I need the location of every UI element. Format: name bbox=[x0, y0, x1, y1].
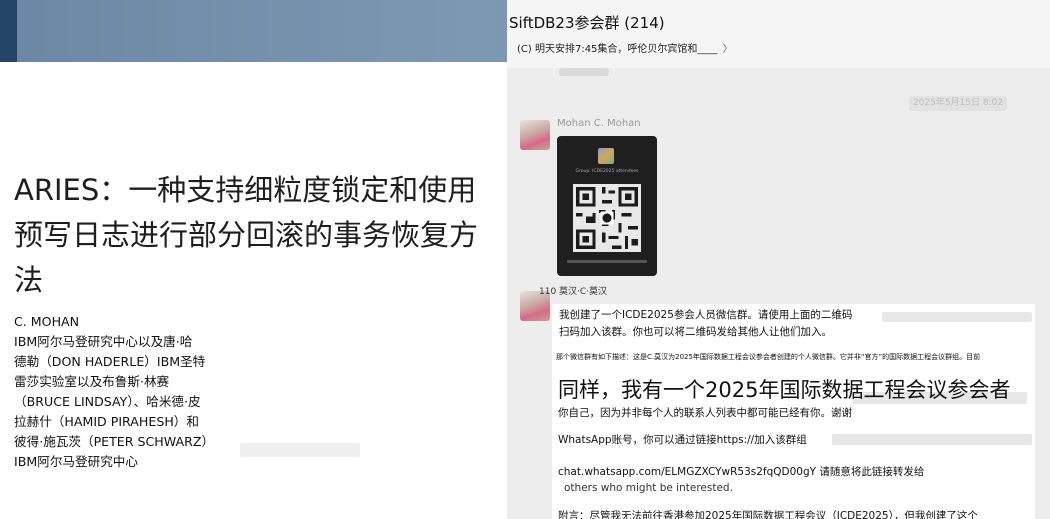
author-line: 拉赫什（HAMID PIRAHESH）和 bbox=[14, 414, 199, 429]
message-text-line: 你自己，因为并非每个人的联系人列表中都可能已经有你。谢谢 bbox=[558, 407, 852, 419]
chevron-right-icon[interactable]: 〉 bbox=[723, 44, 733, 55]
author-line: IBM阿尔马登研究中心以及唐·哈 bbox=[14, 334, 193, 349]
author-line: C. MOHAN bbox=[14, 314, 80, 329]
chat-window: SiftDB23参会群 (214) (C) 明天安排7:45集合，呼伦贝尔宾馆和… bbox=[507, 0, 1050, 519]
author-line: （BRUCE LINDSAY）、哈米德·皮 bbox=[14, 394, 201, 409]
chat-title[interactable]: SiftDB23参会群 (214) bbox=[509, 12, 665, 33]
message-text-line: others who might be interested. bbox=[564, 482, 733, 494]
group-avatar-icon bbox=[598, 148, 614, 164]
message-text-line: WhatsApp账号，你可以通过链接https://加入该群组 bbox=[558, 434, 807, 446]
pinned-message-text: (C) 明天安排7:45集合，呼伦贝尔宾馆和____ bbox=[517, 44, 718, 55]
chat-header: SiftDB23参会群 (214) (C) 明天安排7:45集合，呼伦贝尔宾馆和… bbox=[507, 0, 1050, 68]
message-text-line: chat.whatsapp.com/ELMGZXCYwR53s2fqQD00gY… bbox=[558, 466, 925, 478]
slide-header-accent bbox=[0, 0, 17, 62]
qr-footer bbox=[567, 260, 647, 263]
pinned-message[interactable]: (C) 明天安排7:45集合，呼伦贝尔宾馆和____ 〉 bbox=[517, 40, 733, 55]
author-line: 雷莎实验室以及布鲁斯·林赛 bbox=[14, 374, 170, 389]
qr-caption: Group: ICDE2025 attendees bbox=[575, 169, 639, 174]
sender-name: 110 莫汉·C·莫汉 bbox=[539, 287, 608, 297]
message-text-line: 扫码加入该群。你也可以将二维码发给其他人让他们加入。 bbox=[559, 326, 832, 338]
faded-text-remnant bbox=[882, 312, 1032, 322]
message-text-line: 附言：尽管我无法前往香港参加2025年国际数据工程会议（ICDE2025），但我… bbox=[558, 510, 978, 519]
author-line: IBM阿尔马登研究中心 bbox=[14, 454, 138, 469]
sender-avatar[interactable] bbox=[520, 120, 550, 150]
message-timestamp: 2025年5月15日 8:02 bbox=[909, 96, 1007, 111]
faded-text-remnant bbox=[832, 434, 1032, 445]
slide-title: ARIES：一种支持细粒度锁定和使用预写日志进行部分回滚的事务恢复方法 bbox=[14, 173, 479, 297]
sender-name: Mohan C. Mohan bbox=[557, 118, 641, 129]
message-text-line: 我创建了一个ICDE2025参会人员微信群。请使用上面的二维码 bbox=[559, 309, 853, 321]
author-line: 德勒（DON HADERLE）IBM圣特 bbox=[14, 354, 206, 369]
faded-text-remnant bbox=[240, 443, 360, 457]
message-text-line: 同样，我有一个2025年国际数据工程会议参会者 bbox=[558, 378, 1011, 402]
qr-code-icon bbox=[573, 184, 641, 252]
message-bubble[interactable]: 我创建了一个ICDE2025参会人员微信群。请使用上面的二维码 扫码加入该群。你… bbox=[552, 304, 1035, 519]
author-line: 彼得·施瓦茨（PETER SCHWARZ） bbox=[14, 434, 215, 449]
author-list: C. MOHAN IBM阿尔马登研究中心以及唐·哈 德勒（DON HADERLE… bbox=[14, 312, 229, 472]
message-text-line: 那个微信群有如下描述：这是C.莫汉为2025年国际数据工程会议参会者创建的个人微… bbox=[556, 353, 981, 361]
qr-code-image-message[interactable]: Group: ICDE2025 attendees bbox=[557, 136, 657, 276]
previous-message-stub bbox=[559, 68, 609, 76]
